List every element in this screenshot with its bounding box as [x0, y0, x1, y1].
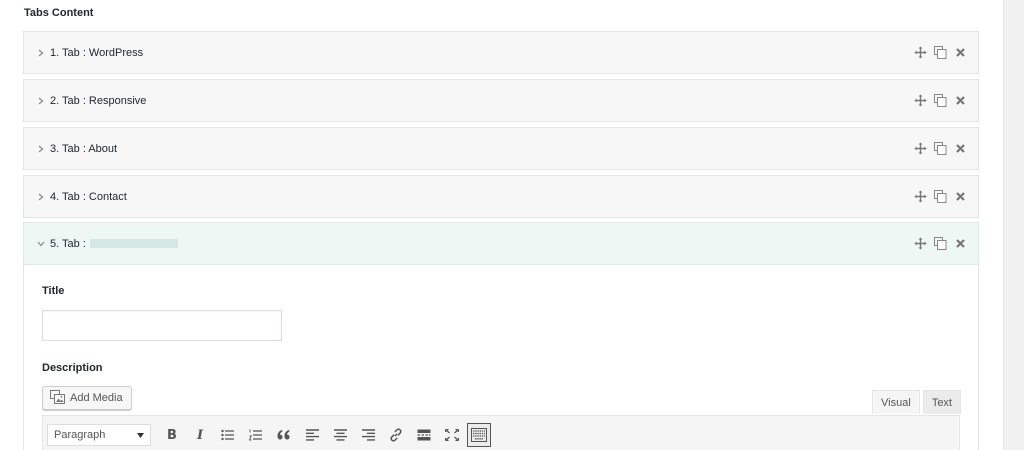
tab-row-1[interactable]: 1. Tab : WordPress	[23, 31, 979, 74]
editor-toolbar: Paragraph B I	[42, 415, 960, 450]
remove-icon[interactable]	[954, 46, 967, 59]
insert-link-icon[interactable]	[383, 422, 409, 448]
right-gutter	[1003, 0, 1024, 450]
move-icon[interactable]	[914, 142, 927, 155]
tab-row-5[interactable]: 5. Tab :	[23, 222, 979, 265]
format-select-value: Paragraph	[54, 429, 106, 441]
read-more-icon[interactable]	[411, 422, 437, 448]
tab-edit-panel: Title Description Add Media Visual Text …	[23, 265, 979, 450]
tab-row-3[interactable]: 3. Tab : About	[23, 127, 979, 170]
add-media-label: Add Media	[70, 392, 123, 404]
duplicate-icon[interactable]	[934, 190, 947, 203]
duplicate-icon[interactable]	[934, 142, 947, 155]
move-icon[interactable]	[914, 237, 927, 250]
row-actions	[914, 223, 967, 264]
remove-icon[interactable]	[954, 237, 967, 250]
chevron-right-icon	[36, 49, 46, 57]
media-icon	[50, 389, 65, 407]
move-icon[interactable]	[914, 190, 927, 203]
tab-row-4[interactable]: 4. Tab : Contact	[23, 175, 979, 218]
description-label: Description	[42, 362, 103, 374]
tab-label: 2. Tab : Responsive	[50, 94, 147, 107]
tab-text[interactable]: Text	[922, 390, 961, 414]
align-center-icon[interactable]	[327, 422, 353, 448]
blockquote-icon[interactable]	[271, 422, 297, 448]
toolbar-toggle-icon[interactable]	[467, 423, 491, 447]
title-input[interactable]	[42, 310, 282, 341]
align-right-icon[interactable]	[355, 422, 381, 448]
tab-label: 4. Tab : Contact	[50, 190, 127, 203]
move-icon[interactable]	[914, 46, 927, 59]
row-actions	[914, 32, 967, 73]
numbered-list-icon[interactable]	[243, 422, 269, 448]
row-actions	[914, 128, 967, 169]
tab-visual[interactable]: Visual	[872, 390, 920, 414]
chevron-down-icon	[36, 241, 46, 247]
duplicate-icon[interactable]	[934, 237, 947, 250]
chevron-right-icon	[36, 145, 46, 153]
section-title: Tabs Content	[24, 7, 94, 19]
bold-icon[interactable]: B	[159, 422, 185, 448]
fullscreen-icon[interactable]	[439, 422, 465, 448]
align-left-icon[interactable]	[299, 422, 325, 448]
duplicate-icon[interactable]	[934, 46, 947, 59]
dropdown-arrow-icon	[137, 429, 144, 441]
bulleted-list-icon[interactable]	[215, 422, 241, 448]
tab-label: 1. Tab : WordPress	[50, 46, 144, 59]
tab-label-text: 5. Tab :	[50, 237, 86, 250]
row-actions	[914, 80, 967, 121]
tab-row-2[interactable]: 2. Tab : Responsive	[23, 79, 979, 122]
remove-icon[interactable]	[954, 94, 967, 107]
tab-label: 3. Tab : About	[50, 142, 118, 155]
move-icon[interactable]	[914, 94, 927, 107]
duplicate-icon[interactable]	[934, 94, 947, 107]
redacted-title-bar	[89, 239, 178, 249]
chevron-right-icon	[36, 193, 46, 201]
italic-icon[interactable]: I	[187, 422, 213, 448]
row-actions	[914, 176, 967, 217]
title-label: Title	[42, 285, 65, 297]
editor-mode-tabs: Visual Text	[872, 390, 961, 414]
add-media-button[interactable]: Add Media	[42, 386, 132, 410]
tab-label: 5. Tab :	[50, 238, 178, 250]
remove-icon[interactable]	[954, 142, 967, 155]
chevron-right-icon	[36, 97, 46, 105]
remove-icon[interactable]	[954, 190, 967, 203]
format-select[interactable]: Paragraph	[47, 424, 151, 446]
